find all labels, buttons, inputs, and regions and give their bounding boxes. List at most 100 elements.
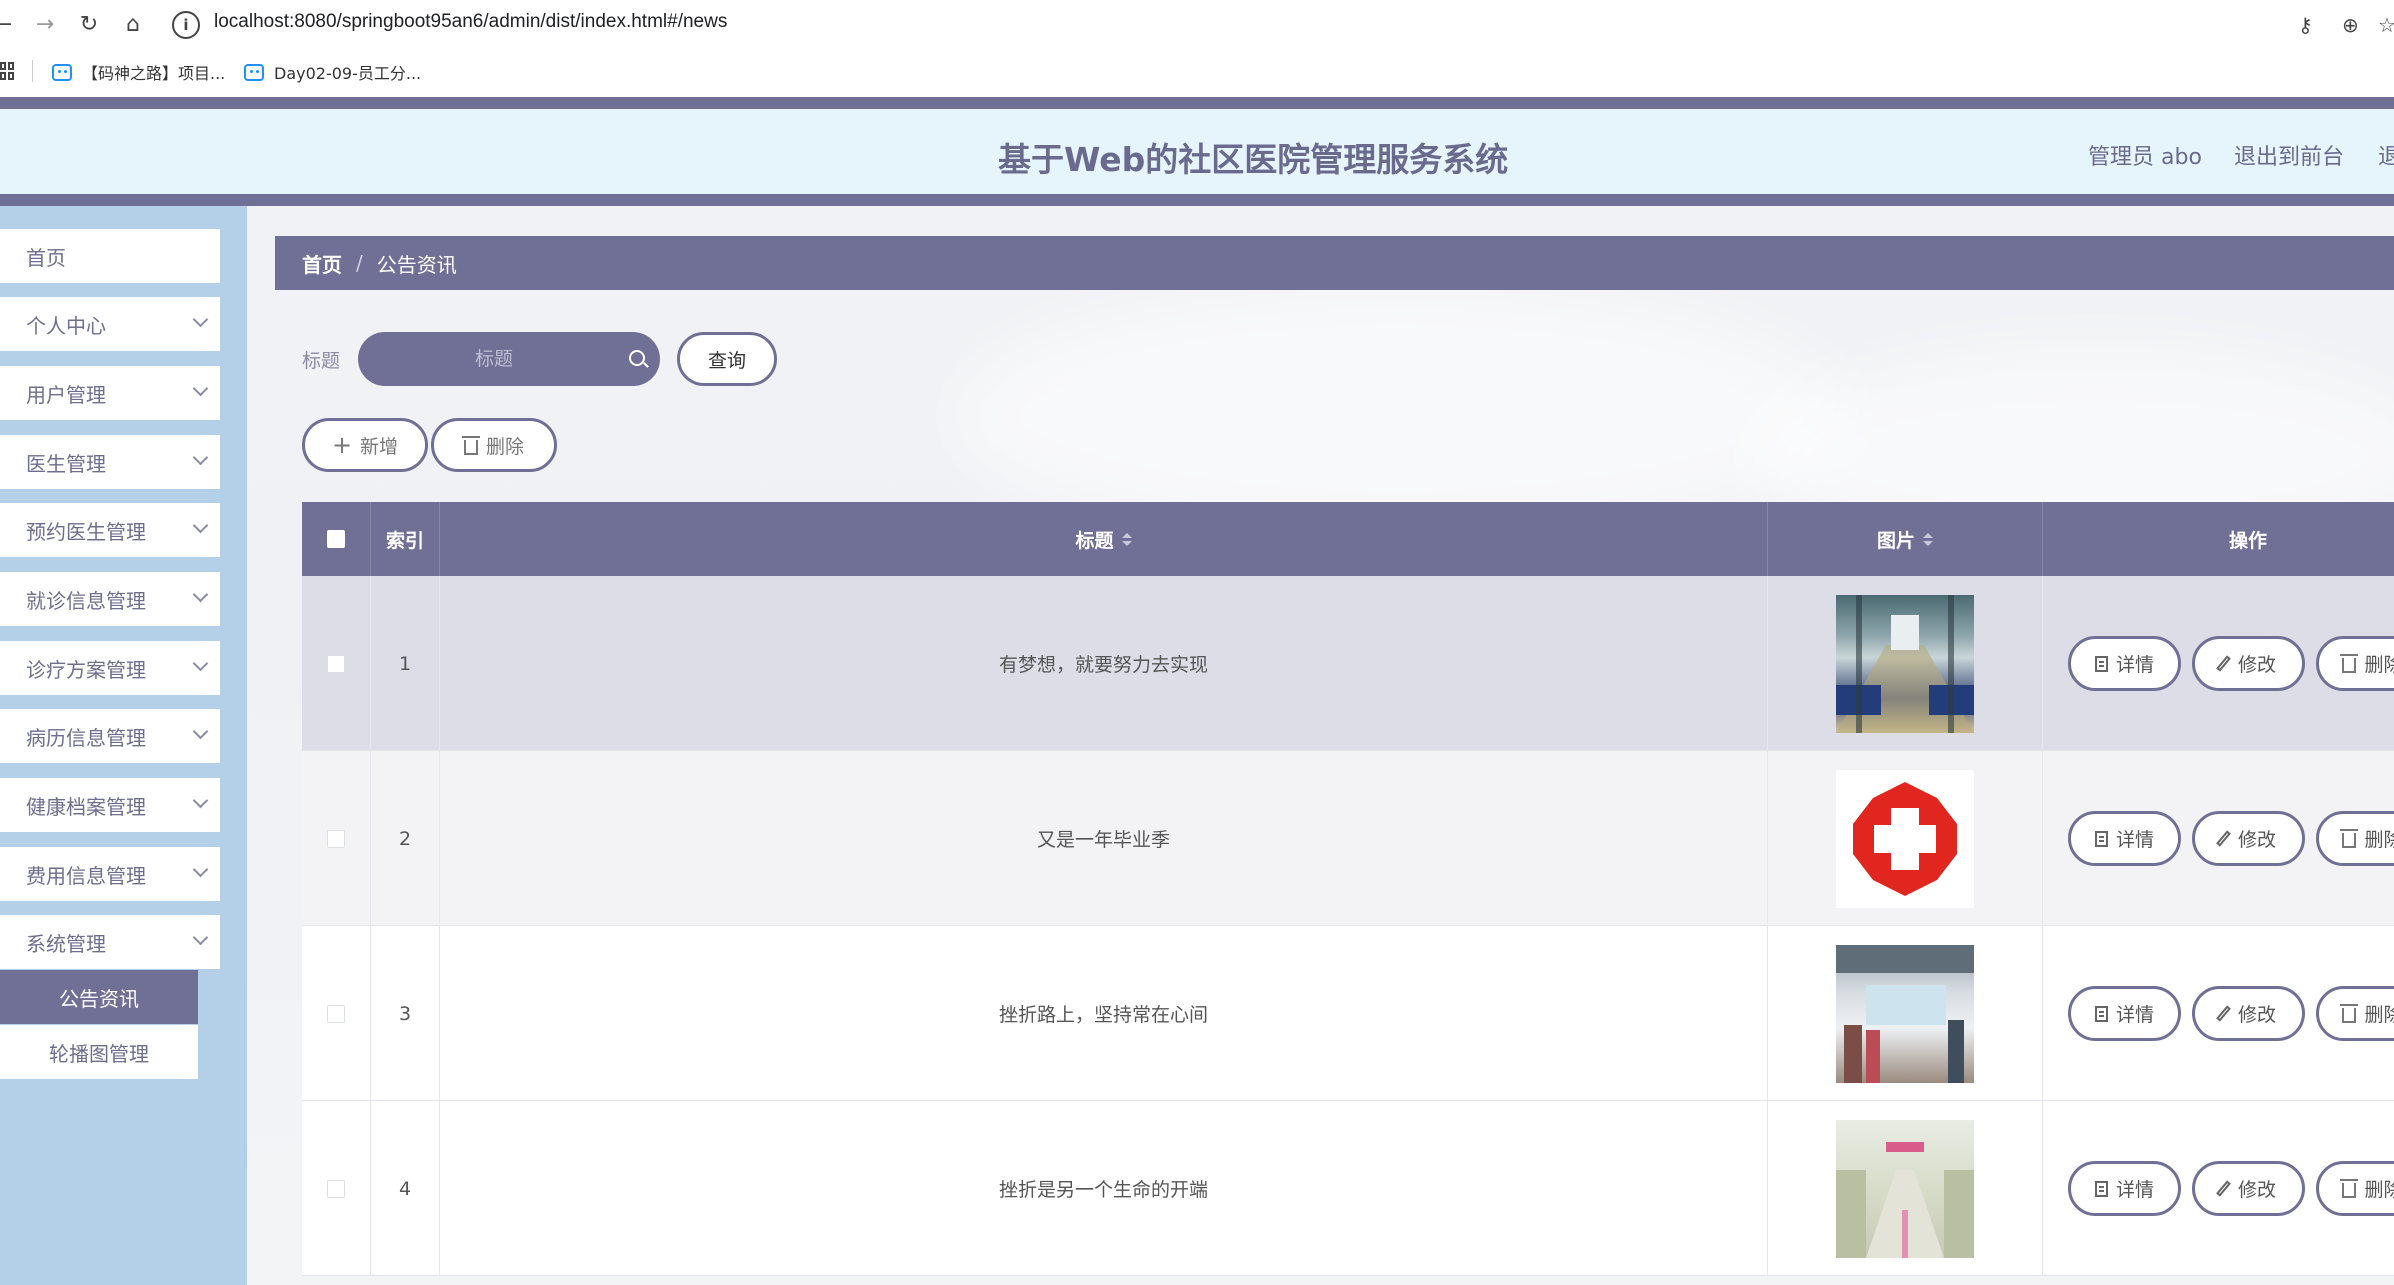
- edit-button[interactable]: 修改: [2192, 811, 2305, 866]
- edit-icon: [2216, 830, 2231, 847]
- row-title: 又是一年毕业季: [1036, 829, 1170, 851]
- delete-button[interactable]: 删除: [2316, 1161, 2394, 1216]
- row-checkbox[interactable]: [327, 829, 345, 848]
- search-input[interactable]: [358, 332, 660, 386]
- hospital-corridor-photo[interactable]: [1836, 594, 1974, 733]
- sidebar-item-home[interactable]: 首页: [0, 229, 220, 283]
- delete-button-label: 删除: [485, 435, 524, 458]
- column-ops-label: 操作: [2228, 529, 2267, 552]
- detail-button[interactable]: 详情: [2068, 1161, 2181, 1216]
- zoom-icon[interactable]: ⊕: [2342, 10, 2359, 40]
- document-icon: [2094, 1180, 2108, 1197]
- sidebar-item-system-management[interactable]: 系统管理: [0, 915, 220, 969]
- detail-button[interactable]: 详情: [2068, 811, 2181, 866]
- sidebar-item-doctor-management[interactable]: 医生管理: [0, 435, 220, 489]
- bookmark-label: Day02-09-员工分...: [274, 64, 422, 83]
- chevron-down-icon: [192, 792, 209, 809]
- edit-button[interactable]: 修改: [2192, 636, 2305, 691]
- row-title-cell: 挫折是另一个生命的开端: [440, 1101, 1768, 1276]
- column-index-label: 索引: [385, 529, 424, 552]
- sidebar-subitem-news[interactable]: 公告资讯: [0, 970, 198, 1024]
- bookmark-item-1[interactable]: 【码神之路】项目...: [52, 60, 225, 84]
- sidebar-item-label: 医生管理: [26, 451, 106, 476]
- column-ops: 操作: [2043, 502, 2394, 576]
- sidebar-item-user-management[interactable]: 用户管理: [0, 366, 220, 420]
- row-title-cell: 有梦想，就要努力去实现: [440, 576, 1768, 751]
- breadcrumb-separator: /: [356, 251, 363, 275]
- edit-icon: [2216, 1005, 2231, 1022]
- site-info-icon[interactable]: i: [172, 11, 200, 39]
- row-select-cell: [302, 1101, 371, 1276]
- chevron-down-icon: [192, 861, 209, 878]
- sort-icon[interactable]: [1923, 532, 1933, 546]
- detail-button[interactable]: 详情: [2068, 636, 2181, 691]
- column-index: 索引: [371, 502, 440, 576]
- sidebar-item-personal-center[interactable]: 个人中心: [0, 297, 220, 351]
- trash-icon: [2340, 1004, 2359, 1023]
- row-checkbox[interactable]: [327, 654, 345, 673]
- address-bar[interactable]: localhost:8080/springboot95an6/admin/dis…: [214, 11, 727, 33]
- edit-button[interactable]: 修改: [2192, 1161, 2305, 1216]
- detail-label: 详情: [2115, 1179, 2154, 1201]
- sidebar-item-medical-record-management[interactable]: 病历信息管理: [0, 709, 220, 763]
- apps-grid-icon[interactable]: [0, 62, 14, 80]
- delete-button[interactable]: 删除: [2316, 986, 2394, 1041]
- delete-button[interactable]: 删除: [2316, 811, 2394, 866]
- bookmark-item-2[interactable]: Day02-09-员工分...: [244, 60, 421, 84]
- detail-button[interactable]: 详情: [2068, 986, 2181, 1041]
- sidebar-item-label: 病历信息管理: [26, 725, 146, 750]
- logout-link[interactable]: 退: [2378, 139, 2394, 171]
- bilibili-icon: [244, 63, 264, 81]
- edit-label: 修改: [2237, 829, 2276, 851]
- home-icon[interactable]: ⌂: [118, 10, 148, 40]
- sidebar-item-label: 就诊信息管理: [26, 588, 146, 613]
- back-icon[interactable]: ←: [0, 10, 18, 40]
- hallway-illustration: [1836, 1141, 1974, 1258]
- reload-icon[interactable]: ↻: [74, 10, 104, 40]
- sidebar-item-label: 健康档案管理: [26, 794, 146, 819]
- red-cross-logo[interactable]: [1836, 769, 1974, 908]
- row-index: 2: [398, 827, 412, 850]
- select-all-checkbox[interactable]: [327, 530, 345, 548]
- sidebar-item-treatment-management[interactable]: 诊疗方案管理: [0, 641, 220, 695]
- sidebar-item-health-file-management[interactable]: 健康档案管理: [0, 778, 220, 832]
- front-page-link[interactable]: 退出到前台: [2234, 139, 2344, 171]
- delete-label: 删除: [2364, 654, 2394, 676]
- batch-delete-button[interactable]: 删除: [431, 418, 557, 472]
- row-image-cell: [1768, 751, 2043, 926]
- column-title[interactable]: 标题: [440, 502, 1768, 576]
- delete-button[interactable]: 删除: [2316, 636, 2394, 691]
- row-checkbox[interactable]: [327, 1179, 345, 1198]
- hospital-hallway-photo[interactable]: [1836, 1119, 1974, 1258]
- sidebar-item-visit-management[interactable]: 就诊信息管理: [0, 572, 220, 626]
- chevron-down-icon: [192, 380, 209, 397]
- sidebar-item-appointment-management[interactable]: 预约医生管理: [0, 503, 220, 557]
- sort-icon[interactable]: [1121, 532, 1132, 546]
- add-button[interactable]: + 新增: [302, 418, 428, 472]
- breadcrumb: 首页 / 公告资讯: [275, 236, 2394, 290]
- sidebar-item-label: 费用信息管理: [26, 863, 146, 888]
- sidebar-subitem-carousel[interactable]: 轮播图管理: [0, 1025, 198, 1079]
- breadcrumb-home[interactable]: 首页: [302, 249, 342, 278]
- sidebar-item-label: 首页: [26, 245, 66, 270]
- sidebar-item-label: 用户管理: [26, 382, 106, 407]
- sidebar-item-label: 预约医生管理: [26, 519, 146, 544]
- row-ops-cell: 详情 修改 删除: [2043, 1101, 2394, 1276]
- chevron-down-icon: [192, 449, 209, 466]
- row-title-cell: 又是一年毕业季: [440, 751, 1768, 926]
- lobby-illustration: [1836, 944, 1974, 1083]
- edit-button[interactable]: 修改: [2192, 986, 2305, 1041]
- column-image[interactable]: 图片: [1768, 502, 2043, 576]
- hospital-lobby-photo[interactable]: [1836, 944, 1974, 1083]
- password-key-icon[interactable]: ⚷: [2298, 10, 2313, 40]
- bookmark-label: 【码神之路】项目...: [82, 64, 226, 83]
- table-row: 2 又是一年毕业季 详情 修改 删除: [302, 751, 2394, 926]
- sidebar-item-fee-management[interactable]: 费用信息管理: [0, 847, 220, 901]
- edit-label: 修改: [2237, 654, 2276, 676]
- query-button[interactable]: 查询: [677, 332, 777, 386]
- table-row: 1 有梦想，就要努力去实现 详情 修改 删除: [302, 576, 2394, 751]
- table-row: 4 挫折是另一个生命的开端 详情 修改 删除: [302, 1101, 2394, 1276]
- forward-icon[interactable]: →: [30, 10, 60, 40]
- row-checkbox[interactable]: [327, 1004, 345, 1023]
- bookmark-star-icon[interactable]: ☆: [2378, 10, 2394, 40]
